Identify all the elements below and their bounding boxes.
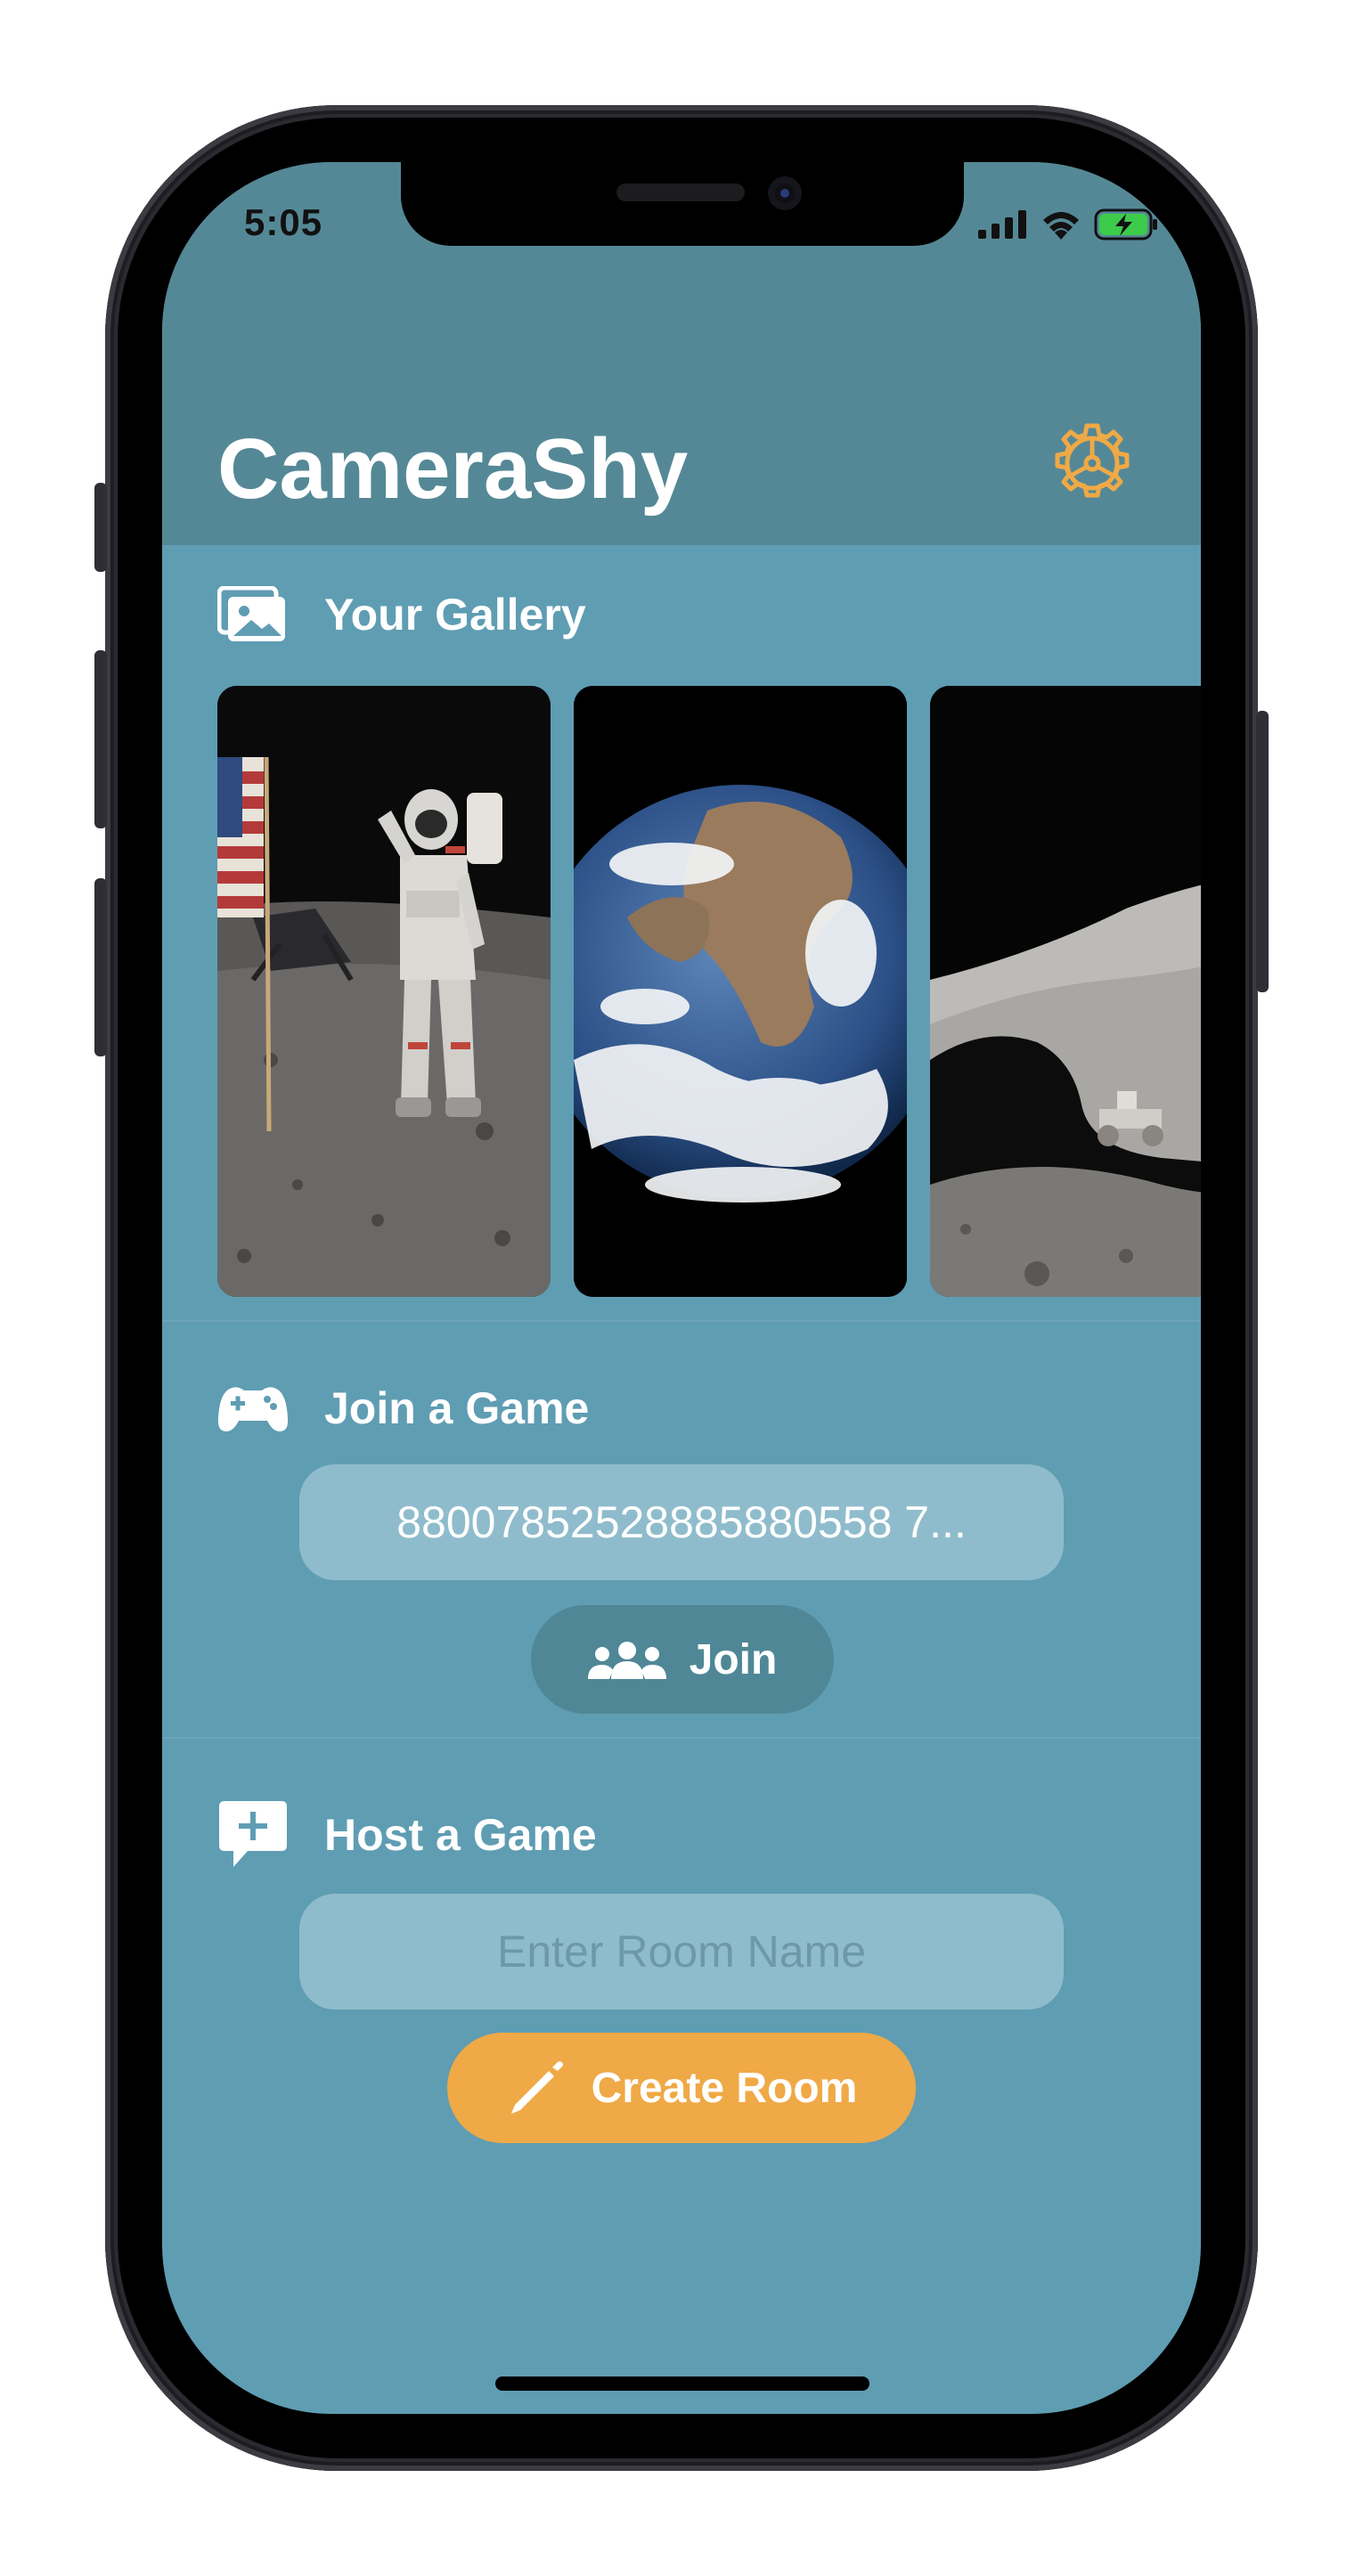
mute-switch — [94, 483, 107, 572]
gallery-photo-earth[interactable] — [574, 686, 907, 1297]
join-button-label: Join — [689, 1635, 778, 1683]
photo-gallery-icon — [217, 586, 285, 641]
people-group-icon — [587, 1642, 666, 1679]
battery-charging-icon — [1094, 208, 1157, 240]
power-button — [1256, 711, 1269, 992]
room-code-field[interactable]: 88007852528885880558 7... — [299, 1464, 1064, 1580]
gallery-photo-moon-rover[interactable] — [930, 686, 1201, 1297]
create-room-button[interactable]: Create Room — [447, 2033, 916, 2143]
room-name-input[interactable]: Enter Room Name — [299, 1894, 1064, 2009]
create-room-label: Create Room — [591, 2064, 858, 2112]
join-label: Join a Game — [324, 1383, 590, 1433]
home-indicator[interactable] — [495, 2376, 869, 2391]
settings-gear-icon[interactable] — [1049, 420, 1135, 506]
pencil-icon — [510, 2061, 563, 2114]
host-section-header: Host a Game — [217, 1799, 597, 1871]
section-divider — [162, 1320, 1201, 1322]
cellular-signal-icon — [978, 210, 1026, 239]
status-icons — [978, 207, 1160, 242]
game-controller-icon — [217, 1387, 289, 1431]
front-camera — [768, 176, 802, 210]
app-title: CameraShy — [217, 421, 689, 517]
room-name-placeholder: Enter Room Name — [496, 1927, 867, 1977]
section-divider — [162, 1737, 1201, 1739]
host-label: Host a Game — [324, 1810, 597, 1860]
app-screen: 5:05 CameraShy Your Gallery Join a Game … — [162, 162, 1201, 2414]
room-code-value: 88007852528885880558 7... — [396, 1497, 967, 1547]
join-section-header: Join a Game — [217, 1382, 589, 1434]
gallery-carousel[interactable] — [217, 686, 1201, 1297]
notch — [401, 162, 964, 246]
wifi-icon — [1043, 212, 1079, 240]
gallery-photo-astronaut[interactable] — [217, 686, 551, 1297]
new-message-plus-icon — [219, 1801, 287, 1867]
join-button[interactable]: Join — [531, 1605, 834, 1714]
earpiece-speaker — [616, 183, 745, 201]
gallery-label: Your Gallery — [324, 590, 586, 640]
gallery-section-header: Your Gallery — [217, 586, 586, 643]
volume-down-button — [94, 878, 107, 1056]
volume-up-button — [94, 650, 107, 828]
status-time: 5:05 — [244, 201, 323, 243]
